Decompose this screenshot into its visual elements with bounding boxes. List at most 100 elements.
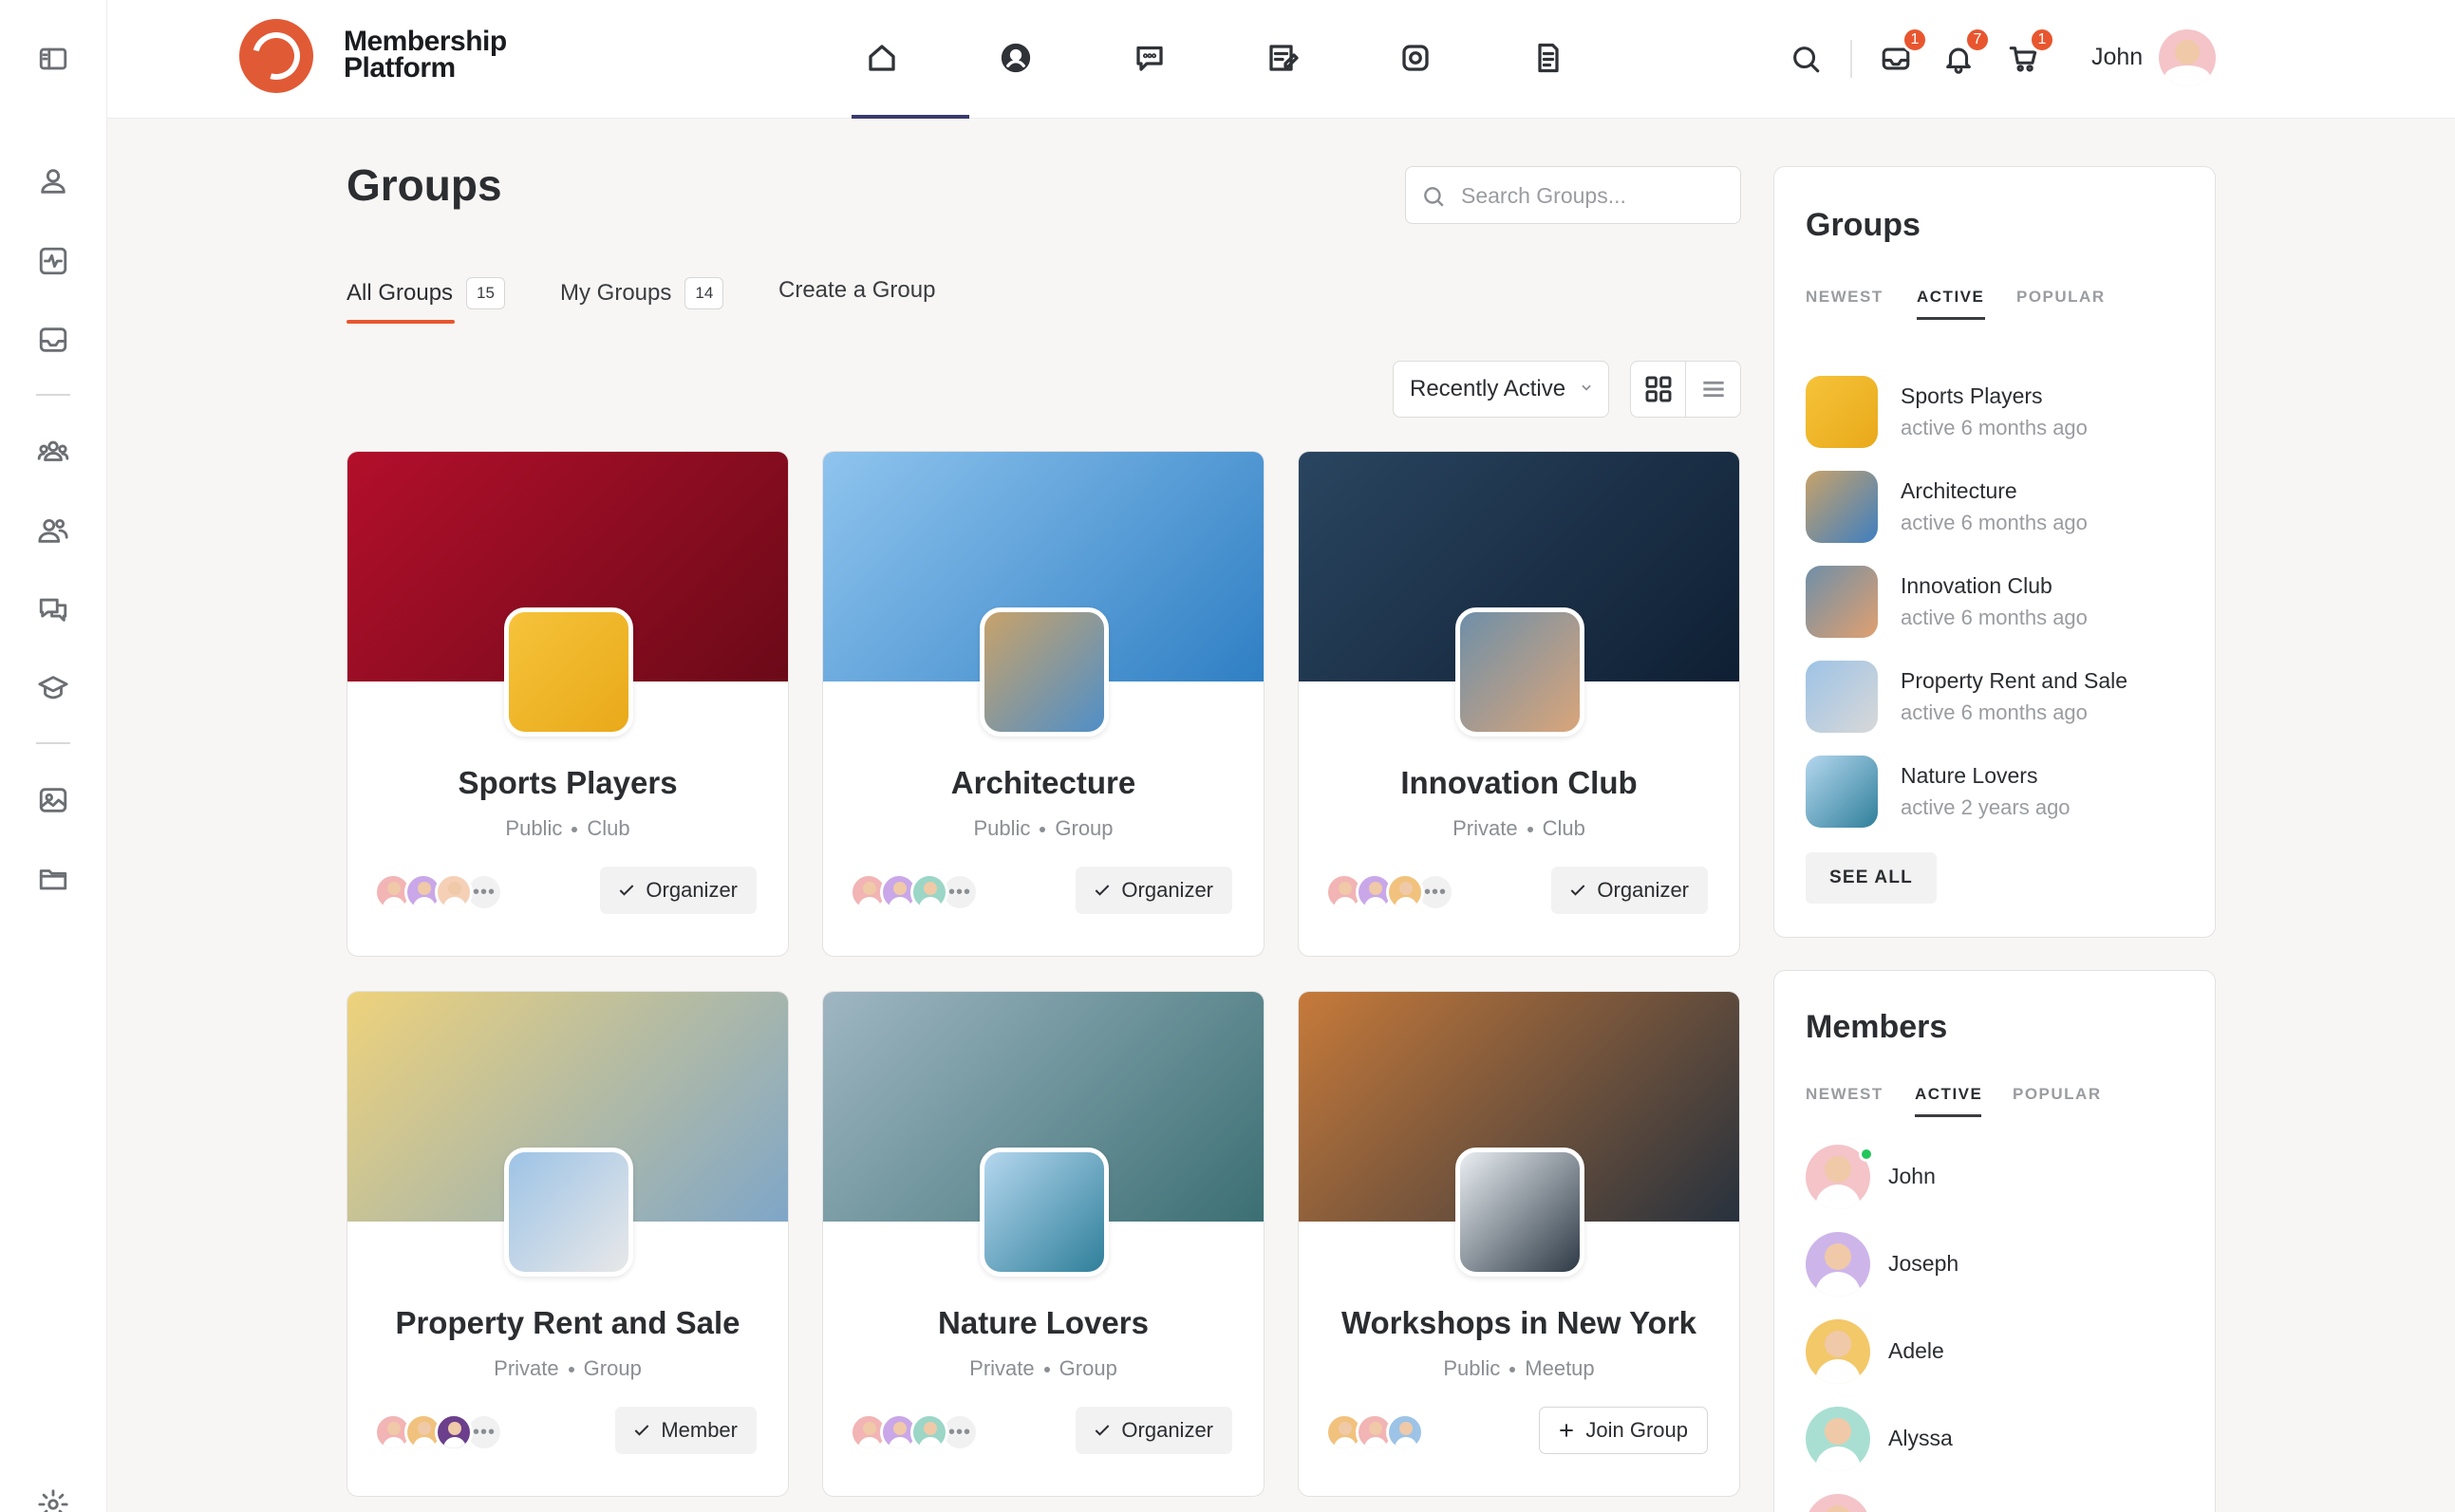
group-name[interactable]: Property Rent and Sale [1901, 668, 2127, 694]
tab-create-group[interactable]: Create a Group [778, 277, 935, 304]
tab-active[interactable]: ACTIVE [1915, 1085, 1982, 1104]
photos-icon[interactable] [1392, 34, 1439, 82]
button-label: Organizer [646, 878, 738, 902]
member-avatar[interactable] [910, 873, 948, 911]
group-name[interactable]: Innovation Club [1299, 765, 1739, 801]
group-card[interactable]: Property Rent and Sale Private Group ••• … [347, 991, 789, 1497]
group-card[interactable]: Nature Lovers Private Group ••• Organizer [822, 991, 1265, 1497]
list-item[interactable]: Innovation Club active 6 months ago [1806, 566, 2185, 642]
list-item[interactable]: Architecture active 6 months ago [1806, 471, 2185, 547]
member-avatar[interactable] [910, 1413, 948, 1451]
settings-icon[interactable] [34, 1485, 72, 1512]
messages-icon[interactable] [1126, 34, 1173, 82]
group-name[interactable]: Innovation Club [1901, 573, 2052, 599]
panel-toggle-icon[interactable] [34, 40, 72, 78]
notifications-icon[interactable]: 7 [1938, 27, 1991, 80]
group-role-button[interactable]: Organizer [600, 867, 757, 914]
group-name[interactable]: Workshops in New York [1299, 1305, 1739, 1341]
group-avatar[interactable] [980, 1148, 1109, 1277]
search-input[interactable] [1461, 175, 1727, 216]
avatar[interactable] [1806, 1232, 1870, 1297]
search-icon[interactable] [1785, 38, 1827, 80]
member-name[interactable]: Adele [1888, 1338, 1944, 1364]
group-thumbnail[interactable] [1806, 756, 1878, 828]
group-name[interactable]: Nature Lovers [1901, 763, 2037, 789]
group-activity: active 6 months ago [1901, 606, 2088, 629]
user-icon[interactable] [34, 162, 72, 200]
group-role-button[interactable]: Organizer [1551, 867, 1708, 914]
join-group-button[interactable]: Join Group [1539, 1407, 1708, 1454]
group-type: Group [1059, 1356, 1117, 1380]
group-card[interactable]: Workshops in New York Public Meetup Join … [1298, 991, 1740, 1497]
group-avatar[interactable] [1455, 1148, 1584, 1277]
member-avatar[interactable] [435, 1413, 473, 1451]
group-card[interactable]: Innovation Club Private Club ••• Organize… [1298, 451, 1740, 957]
list-item[interactable]: Nature Lovers active 2 years ago [1806, 756, 2185, 831]
inbox-icon[interactable] [34, 321, 72, 359]
logo[interactable] [239, 19, 313, 93]
group-name[interactable]: Architecture [823, 765, 1264, 801]
groups-icon[interactable] [34, 433, 72, 471]
avatar[interactable] [1806, 1494, 1870, 1512]
group-name[interactable]: Architecture [1901, 478, 2017, 504]
tab-popular[interactable]: POPULAR [2013, 1085, 2102, 1104]
list-item[interactable]: Sports Players active 6 months ago [1806, 376, 2185, 452]
group-role-button[interactable]: Organizer [1076, 867, 1232, 914]
group-avatar[interactable] [980, 607, 1109, 737]
header-user-name[interactable]: John [2091, 44, 2143, 71]
group-avatar[interactable] [504, 607, 633, 737]
search-box[interactable] [1405, 166, 1741, 224]
tab-label: Create a Group [778, 277, 936, 303]
group-thumbnail[interactable] [1806, 376, 1878, 448]
tab-my-groups[interactable]: My Groups 14 [560, 277, 724, 309]
sort-select[interactable]: Recently Active [1393, 361, 1609, 418]
member-avatar[interactable] [1386, 873, 1424, 911]
group-thumbnail[interactable] [1806, 661, 1878, 733]
inbox-icon[interactable]: 1 [1875, 27, 1928, 80]
group-meta: Public Group [823, 816, 1264, 841]
group-avatar[interactable] [1455, 607, 1584, 737]
documents-icon[interactable] [1525, 34, 1572, 82]
group-thumbnail[interactable] [1806, 471, 1878, 543]
cart-icon[interactable]: 1 [2002, 27, 2055, 80]
home-icon[interactable] [858, 34, 906, 82]
group-activity: active 6 months ago [1901, 511, 2088, 534]
list-item[interactable]: Property Rent and Sale active 6 months a… [1806, 661, 2185, 737]
photos-icon[interactable] [34, 781, 72, 819]
check-icon [1096, 885, 1110, 896]
see-all-button[interactable]: SEE ALL [1806, 852, 1937, 904]
tab-newest[interactable]: NEWEST [1806, 1085, 1883, 1104]
group-thumbnail[interactable] [1806, 566, 1878, 638]
group-card[interactable]: Architecture Public Group ••• Organizer [822, 451, 1265, 957]
member-name[interactable]: Joseph [1888, 1251, 1958, 1277]
activity-icon[interactable] [34, 242, 72, 280]
group-name[interactable]: Property Rent and Sale [347, 1305, 788, 1341]
tab-newest[interactable]: NEWEST [1806, 288, 1883, 307]
avatar[interactable] [1806, 1319, 1870, 1384]
tab-all-groups[interactable]: All Groups 15 [347, 277, 505, 309]
group-role-button[interactable]: Organizer [1076, 1407, 1232, 1454]
member-avatar[interactable] [435, 873, 473, 911]
profile-icon[interactable] [992, 34, 1040, 82]
members-icon[interactable] [34, 512, 72, 550]
group-role-button[interactable]: Member [615, 1407, 757, 1454]
member-name[interactable]: Alyssa [1888, 1426, 1953, 1451]
grid-view-button[interactable] [1631, 362, 1685, 417]
brand-name[interactable]: Membership Platform [344, 28, 507, 83]
list-view-button[interactable] [1685, 362, 1740, 417]
group-avatar[interactable] [504, 1148, 633, 1277]
forums-icon[interactable] [34, 590, 72, 628]
group-card[interactable]: Sports Players Public Club ••• Organizer [347, 451, 789, 957]
courses-icon[interactable] [34, 669, 72, 707]
tab-popular[interactable]: POPULAR [2016, 288, 2106, 307]
avatar[interactable] [2159, 29, 2216, 86]
forums-icon[interactable] [1259, 34, 1306, 82]
member-avatar[interactable] [1386, 1413, 1424, 1451]
group-name[interactable]: Nature Lovers [823, 1305, 1264, 1341]
group-name[interactable]: Sports Players [1901, 383, 2043, 409]
tab-active[interactable]: ACTIVE [1917, 288, 1984, 307]
member-name[interactable]: John [1888, 1164, 1936, 1189]
group-name[interactable]: Sports Players [347, 765, 788, 801]
avatar[interactable] [1806, 1407, 1870, 1471]
folder-icon[interactable] [34, 860, 72, 898]
